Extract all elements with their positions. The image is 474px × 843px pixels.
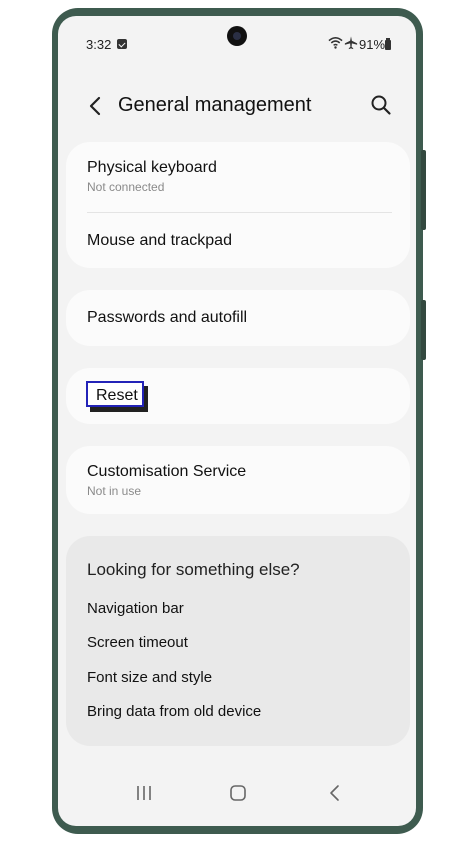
customisation-service-title: Customisation Service (87, 463, 247, 480)
phone-screen: 3:32 91% General management Physical key… (58, 16, 416, 826)
suggestion-link-navigation-bar[interactable]: Navigation bar (87, 600, 184, 617)
passwords-card: Passwords and autofill (66, 290, 410, 346)
volume-button (421, 150, 426, 230)
customisation-card: Customisation Service Not in use (66, 446, 410, 514)
page-header: General management (58, 86, 416, 126)
front-camera (227, 26, 247, 46)
reset-title: Reset (96, 387, 138, 404)
calendar-check-icon (117, 39, 127, 49)
reset-item[interactable]: Reset (86, 381, 144, 407)
status-time: 3:32 (86, 37, 112, 52)
battery-percent: 91% (359, 37, 386, 52)
mouse-trackpad-title: Mouse and trackpad (87, 232, 232, 249)
recent-apps-icon[interactable] (134, 784, 154, 802)
navigation-bar (58, 776, 416, 816)
power-button (421, 300, 426, 360)
airplane-icon (344, 36, 358, 50)
battery-icon (385, 38, 391, 50)
suggestion-link-font-size[interactable]: Font size and style (87, 669, 212, 686)
customisation-service-item[interactable]: Customisation Service Not in use (87, 462, 392, 498)
status-bar: 3:32 91% (58, 16, 416, 56)
home-icon[interactable] (229, 784, 247, 802)
search-icon[interactable] (369, 93, 393, 117)
suggestions-title: Looking for something else? (87, 560, 300, 579)
suggestions-card: Looking for something else? Navigation b… (66, 536, 410, 746)
physical-keyboard-status: Not connected (87, 180, 165, 194)
wifi-icon (328, 37, 343, 49)
reset-card: Reset (66, 368, 410, 424)
customisation-service-status: Not in use (87, 484, 142, 498)
suggestion-link-screen-timeout[interactable]: Screen timeout (87, 634, 188, 651)
chevron-left-icon[interactable] (84, 94, 108, 118)
back-icon[interactable] (328, 784, 342, 802)
input-devices-card: Physical keyboard Not connected Mouse an… (66, 142, 410, 268)
physical-keyboard-title: Physical keyboard (87, 159, 217, 176)
physical-keyboard-item[interactable]: Physical keyboard Not connected (87, 158, 392, 194)
suggestion-link-bring-data[interactable]: Bring data from old device (87, 703, 261, 720)
passwords-autofill-item[interactable]: Passwords and autofill (87, 308, 392, 328)
page-title: General management (118, 94, 312, 116)
divider (87, 212, 392, 213)
mouse-trackpad-item[interactable]: Mouse and trackpad (87, 231, 392, 251)
passwords-autofill-title: Passwords and autofill (87, 309, 248, 326)
